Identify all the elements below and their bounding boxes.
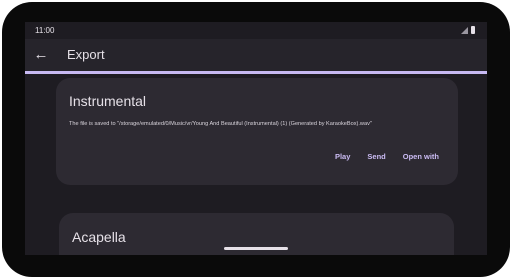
device-frame: 11:00 ← Export Instrumental The file is …	[0, 0, 512, 279]
home-indicator[interactable]	[224, 247, 288, 250]
play-button[interactable]: Play	[335, 152, 350, 161]
card-title: Acapella	[72, 229, 126, 245]
status-bar: 11:00	[25, 22, 487, 39]
saved-path-message: The file is saved to "/storage/emulated/…	[69, 121, 372, 127]
status-time: 11:00	[35, 26, 55, 35]
page-title: Export	[67, 47, 105, 62]
signal-icon	[461, 27, 468, 34]
open-with-button[interactable]: Open with	[403, 152, 439, 161]
card-actions: Play Send Open with	[335, 152, 439, 161]
card-title: Instrumental	[69, 93, 147, 109]
export-progress-bar	[25, 71, 487, 74]
app-screen: 11:00 ← Export Instrumental The file is …	[25, 22, 487, 255]
arrow-back-icon[interactable]: ←	[33, 47, 49, 63]
send-button[interactable]: Send	[367, 152, 385, 161]
instrumental-card: Instrumental The file is saved to "/stor…	[56, 78, 458, 185]
export-progress-fill	[25, 71, 487, 74]
battery-icon	[471, 26, 475, 34]
top-app-bar: ← Export	[25, 39, 487, 71]
status-icons	[461, 26, 475, 34]
